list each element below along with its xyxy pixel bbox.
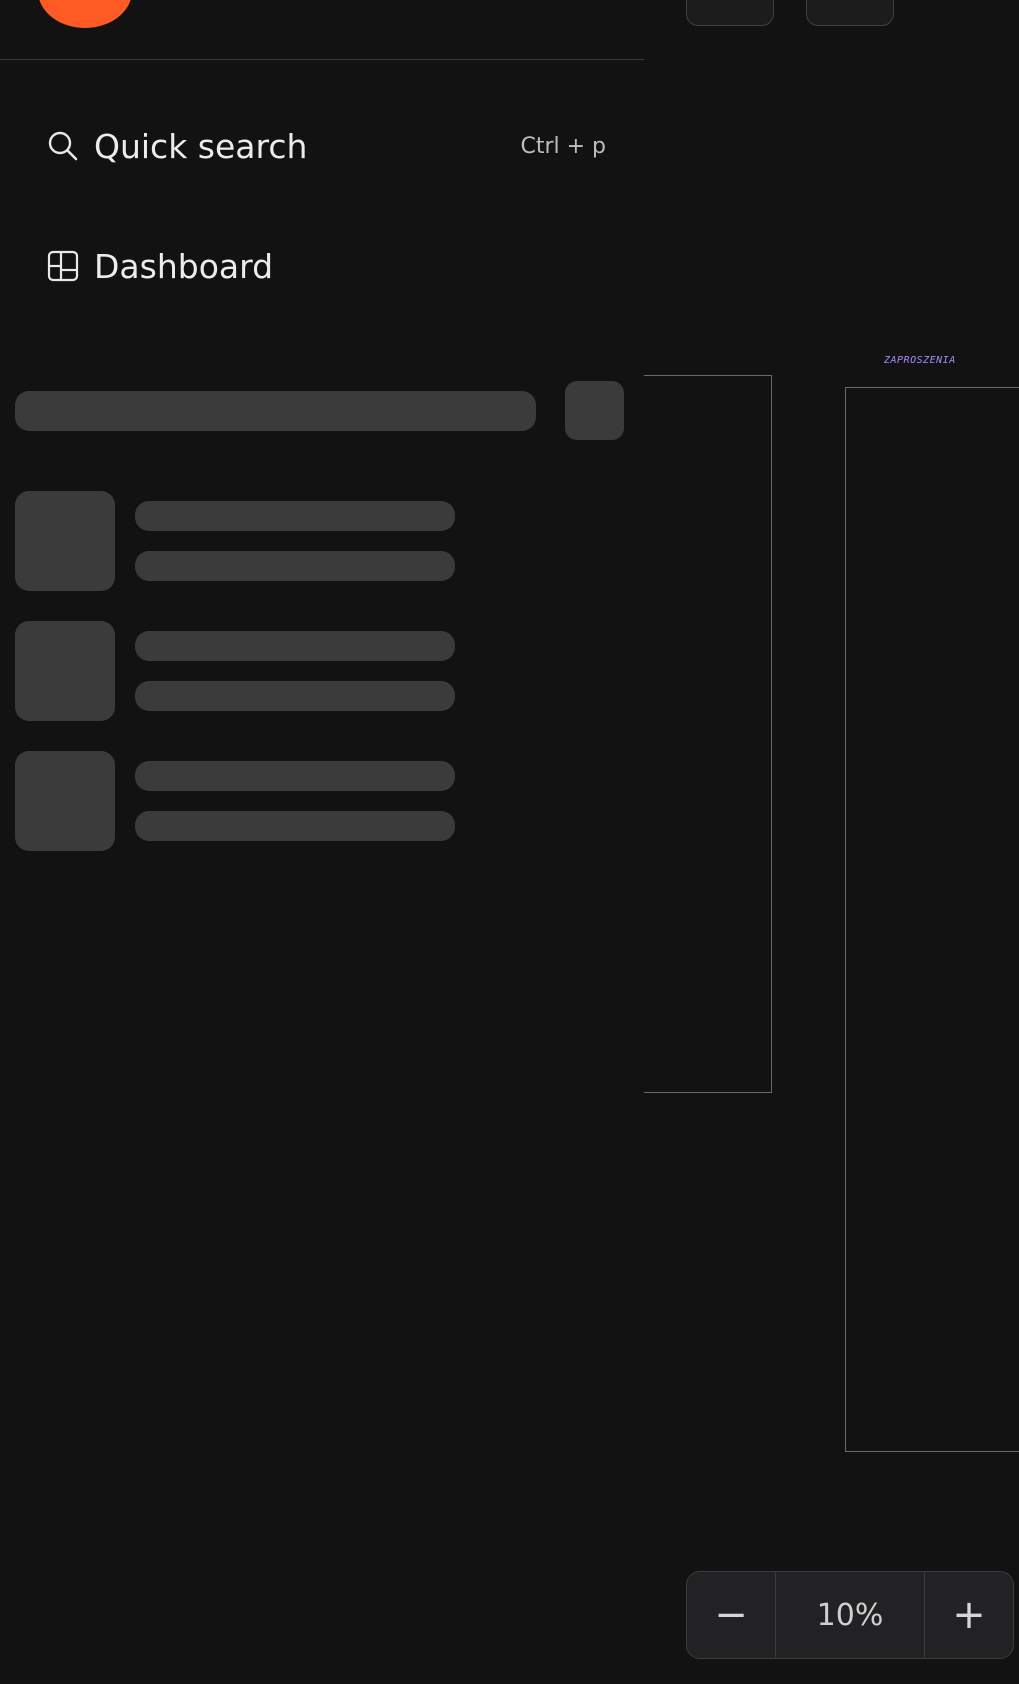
skeleton-thumbnail — [15, 751, 115, 851]
frame-label[interactable]: ZAPROSZENIA — [884, 355, 956, 366]
canvas-frame-zaproszenia[interactable] — [845, 387, 1019, 1452]
skeleton-line — [135, 631, 455, 661]
dashboard-icon — [46, 249, 80, 283]
zoom-in-button[interactable]: + — [925, 1572, 1013, 1658]
zoom-control: − 10% + — [686, 1571, 1014, 1659]
skeleton-line — [135, 811, 455, 841]
toolbar-button[interactable] — [806, 0, 894, 26]
skeleton-line — [135, 501, 455, 531]
skeleton-thumbnail — [15, 491, 115, 591]
sidebar-divider — [0, 59, 644, 60]
quick-search-shortcut: Ctrl + p — [520, 133, 606, 159]
skeleton-search-bar — [15, 391, 536, 431]
toolbar-button[interactable] — [686, 0, 774, 26]
dashboard-label: Dashboard — [94, 246, 274, 286]
skeleton-line — [135, 551, 455, 581]
quick-search-item[interactable]: Quick search Ctrl + p — [46, 122, 606, 170]
sidebar: Quick search Ctrl + p Dashboard — [0, 0, 644, 1684]
workspace-avatar[interactable] — [38, 0, 132, 28]
quick-search-label: Quick search — [94, 126, 308, 166]
sidebar-item-dashboard[interactable]: Dashboard — [46, 242, 606, 290]
skeleton-thumbnail — [15, 621, 115, 721]
skeleton-line — [135, 761, 455, 791]
zoom-level[interactable]: 10% — [775, 1572, 925, 1658]
zoom-out-button[interactable]: − — [687, 1572, 775, 1658]
skeleton-add-button — [565, 381, 624, 440]
canvas-frame[interactable] — [644, 375, 772, 1093]
skeleton-line — [135, 681, 455, 711]
search-icon — [46, 129, 80, 163]
